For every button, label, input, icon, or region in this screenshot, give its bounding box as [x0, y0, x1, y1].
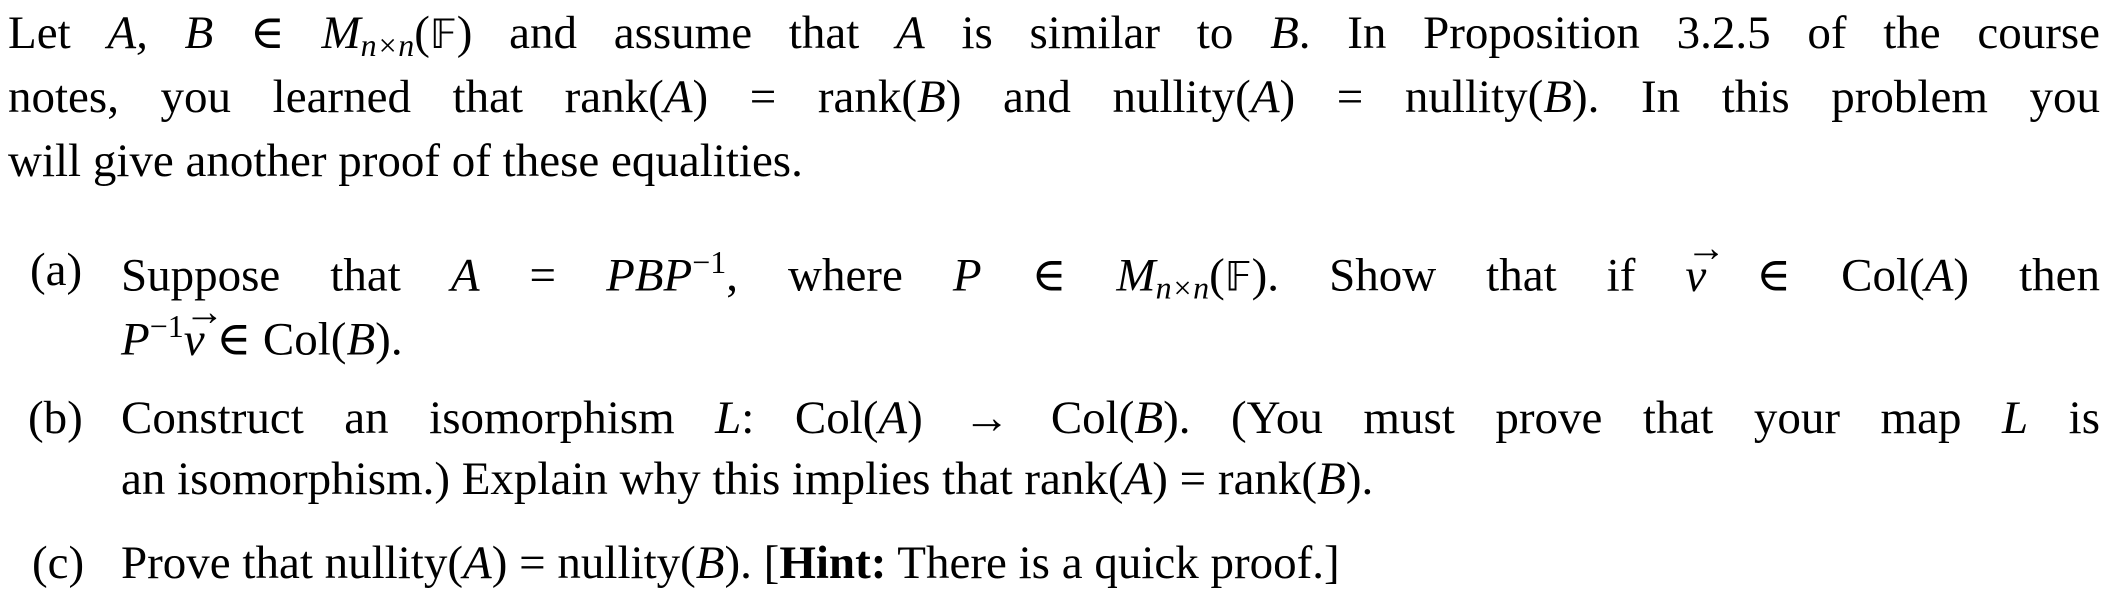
math-var: B	[917, 71, 946, 123]
part-label: (a)	[30, 244, 83, 296]
math-var: PBP	[606, 249, 693, 302]
text: ). [	[724, 537, 780, 589]
part-label: (c)	[32, 537, 85, 589]
math-var: B	[1543, 71, 1572, 123]
math-subscript: n×n	[360, 27, 415, 63]
part-a-line-2: P−1v ∈ Col(B).	[121, 292, 2100, 366]
math-var: A	[896, 7, 925, 59]
intro-line-2: notes, you learned that rank(A) = rank(B…	[8, 74, 2100, 121]
math-var: B	[695, 537, 725, 589]
math-var: A	[1250, 71, 1280, 123]
vector-v: v	[1685, 228, 1725, 300]
text: ).	[1345, 453, 1374, 505]
math-var: B	[1270, 7, 1299, 59]
text: There is a quick proof.]	[886, 537, 1340, 589]
text: ) and nullity(	[945, 71, 1251, 123]
text: , where	[726, 249, 953, 302]
text: ). In this problem you	[1572, 71, 2100, 123]
math-var: B	[1134, 392, 1164, 444]
math-var: A	[1123, 453, 1153, 505]
text: ) then	[1953, 249, 2100, 302]
text: Construct an isomorphism	[121, 392, 716, 444]
math-var: B	[1317, 453, 1346, 505]
text: is similar to	[924, 7, 1271, 59]
text: ) = rank(	[1152, 453, 1318, 505]
text: an isomorphism.) Explain why this implie…	[121, 453, 1124, 505]
text: =	[479, 249, 607, 302]
text: : Col(	[741, 392, 879, 444]
math-var: A, B	[107, 7, 214, 59]
text: ∈	[213, 7, 322, 59]
math-var: L	[715, 392, 742, 444]
math-var: M	[1116, 249, 1156, 302]
text: is	[2028, 392, 2100, 444]
text: ) → Col(	[907, 392, 1135, 444]
math-var: A	[450, 249, 480, 302]
math-superscript: −1	[692, 245, 727, 280]
field-symbol: 𝔽	[1224, 254, 1252, 301]
text: ∈ Col(	[1706, 249, 1925, 302]
text: ∈ Col(	[204, 313, 347, 366]
part-a-line-1: Suppose that A = PBP−1, where P ∈ Mn×n(𝔽…	[121, 228, 2100, 306]
math-var: M	[321, 7, 361, 59]
text: notes, you learned that rank(	[8, 71, 664, 123]
part-label: (b)	[28, 392, 83, 444]
hint-label: Hint:	[779, 537, 887, 589]
intro-line-1: Let A, B ∈ Mn×n(𝔽) and assume that A is …	[8, 10, 2100, 62]
part-c-line-1: Prove that nullity(A) = nullity(B). [Hin…	[121, 540, 2100, 587]
math-var: A	[878, 392, 908, 444]
text: ∈	[981, 249, 1117, 302]
text: (	[1209, 249, 1225, 302]
part-b-line-2: an isomorphism.) Explain why this implie…	[121, 456, 2100, 503]
text: ). (You must prove that your map	[1163, 392, 2002, 444]
math-var: A	[1924, 249, 1954, 302]
text: ).	[375, 313, 403, 366]
part-b-line-1: Construct an isomorphism L: Col(A) → Col…	[121, 395, 2100, 442]
text: Let	[8, 7, 108, 59]
math-var: B	[346, 313, 376, 366]
text: ) = nullity(	[491, 537, 696, 589]
math-superscript: −1	[149, 309, 184, 344]
math-var: P	[952, 249, 982, 302]
vector-v: v	[184, 292, 224, 364]
intro-line-3: will give another proof of these equalit…	[8, 135, 803, 187]
math-var: L	[2001, 392, 2029, 444]
field-symbol: 𝔽	[429, 12, 457, 58]
math-subscript: n×n	[1155, 270, 1210, 306]
text: ) = nullity(	[1279, 71, 1544, 123]
text: Suppose that	[121, 249, 451, 302]
text: ). Show that if	[1251, 249, 1686, 302]
text: ) and assume that	[456, 7, 896, 59]
text: (	[414, 7, 430, 59]
math-var: A	[663, 71, 693, 123]
text: Prove that nullity(	[121, 537, 464, 589]
math-var: P	[121, 313, 150, 366]
text: ) = rank(	[692, 71, 918, 123]
math-var: A	[463, 537, 492, 589]
text: . In Proposition 3.2.5 of the course	[1298, 7, 2101, 59]
